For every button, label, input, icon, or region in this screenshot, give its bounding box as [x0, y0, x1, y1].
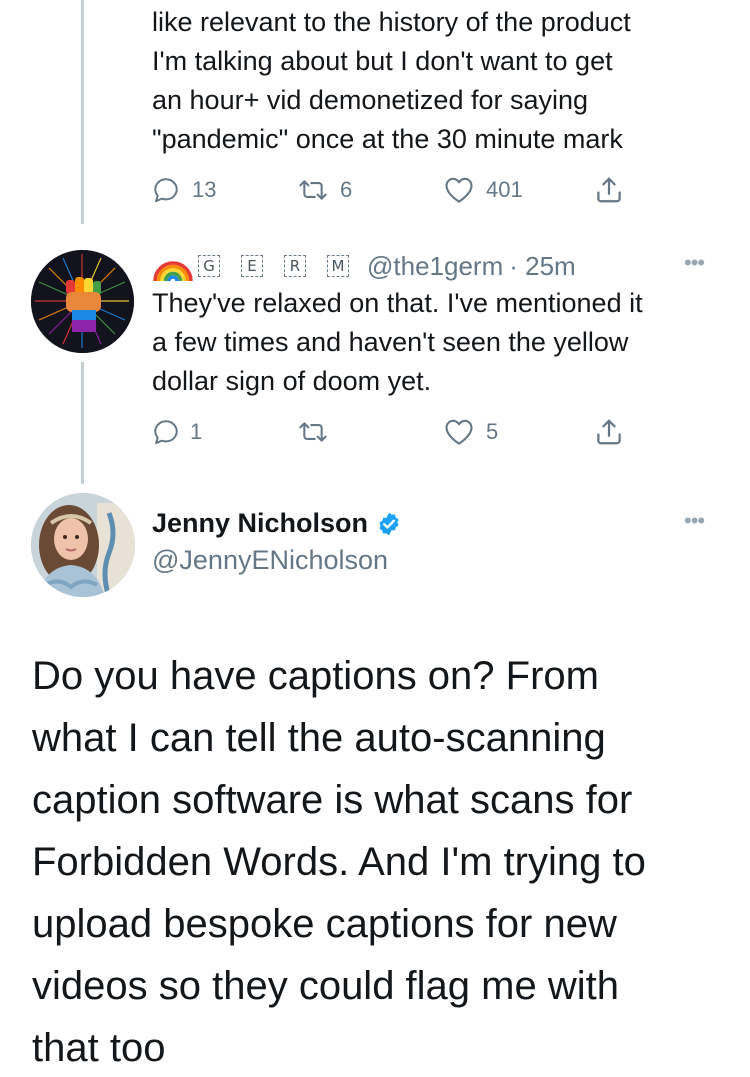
like-button[interactable]: 401: [444, 170, 523, 210]
timestamp[interactable]: · 25m: [509, 251, 575, 282]
tweet-text-line: that too: [32, 1026, 166, 1070]
share-icon: [597, 419, 621, 445]
like-count: 401: [486, 177, 523, 202]
like-count: 5: [486, 419, 499, 444]
tweet-text-line: Forbidden Words. And I'm trying to: [32, 840, 646, 884]
retweet-button[interactable]: [298, 412, 340, 452]
tweet-actions: 1 5: [152, 412, 632, 452]
tweet-text-line: dollar sign of doom yet.: [152, 366, 432, 396]
display-name-letter: G: [198, 255, 220, 277]
more-options-icon[interactable]: •••: [684, 250, 705, 276]
more-options-icon[interactable]: •••: [684, 508, 705, 534]
user-handle[interactable]: @JennyENicholson: [152, 545, 388, 576]
retweet-count: 6: [340, 177, 353, 202]
retweet-icon: [299, 180, 327, 200]
display-name-text: Jenny Nicholson: [152, 508, 369, 538]
reply-button[interactable]: 1: [152, 412, 202, 452]
tweet-text-line: "pandemic" once at the 30 minute mark: [152, 124, 623, 154]
tweet-text-line: what I can tell the auto-scanning: [32, 716, 606, 760]
rainbow-icon: [153, 261, 193, 281]
reply-button[interactable]: 13: [152, 170, 216, 210]
display-name-letter: E: [241, 255, 263, 277]
avatar[interactable]: [31, 250, 134, 353]
tweet-text-line: an hour+ vid demonetized for saying: [152, 85, 589, 115]
share-button[interactable]: [594, 170, 624, 210]
user-handle[interactable]: @the1germ: [367, 251, 503, 282]
thread-connector-line: [81, 362, 84, 484]
reply-icon: [154, 178, 178, 203]
heart-icon: [445, 177, 473, 203]
thread-connector-line: [81, 0, 84, 224]
tweet-actions: 13 6 401: [152, 170, 632, 210]
display-name[interactable]: Jenny Nicholson: [152, 508, 402, 539]
share-button[interactable]: [594, 412, 624, 452]
reply-icon: [154, 420, 178, 445]
tweet-text: They've relaxed on that. I've mentioned …: [152, 284, 732, 401]
tweet-text-line: like relevant to the history of the prod…: [152, 7, 631, 37]
display-name-letter: R: [284, 255, 306, 277]
tweet-header: G E R M @the1germ · 25m: [152, 246, 576, 286]
tweet-text-line: caption software is what scans for: [32, 778, 633, 822]
tweet-text-line: They've relaxed on that. I've mentioned …: [152, 288, 643, 318]
like-button[interactable]: 5: [444, 412, 498, 452]
avatar[interactable]: [31, 493, 135, 597]
raised-fist-avatar-icon: [31, 250, 134, 353]
verified-badge-icon: [379, 512, 399, 535]
tweet-text: Do you have captions on? From what I can…: [32, 645, 732, 1077]
tweet-text-line: Do you have captions on? From: [32, 654, 599, 698]
tweet-text-line: I'm talking about but I don't want to ge…: [152, 46, 613, 76]
tweet-text-line: a few times and haven't seen the yellow: [152, 327, 629, 357]
retweet-icon: [299, 422, 327, 442]
tweet-text-line: videos so they could flag me with: [32, 964, 619, 1008]
retweet-button[interactable]: 6: [298, 170, 352, 210]
share-icon: [597, 177, 621, 203]
profile-photo: [31, 493, 135, 597]
display-name-letter: M: [327, 255, 349, 277]
tweet-text-line: upload bespoke captions for new: [32, 902, 617, 946]
tweet-text: like relevant to the history of the prod…: [152, 3, 732, 159]
reply-count: 1: [190, 419, 203, 444]
heart-icon: [445, 419, 473, 445]
reply-count: 13: [192, 177, 217, 202]
